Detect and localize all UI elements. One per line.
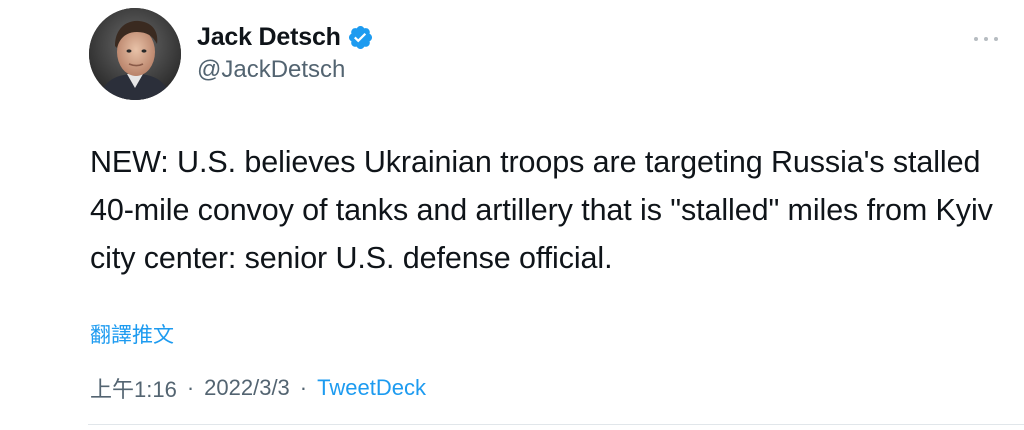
tweet-date[interactable]: 2022/3/3 xyxy=(204,375,290,401)
more-dot xyxy=(974,37,978,41)
meta-separator: · xyxy=(186,375,195,400)
author-name-row: Jack Detsch xyxy=(197,23,374,52)
more-options-icon[interactable] xyxy=(974,30,998,48)
verified-badge-icon xyxy=(347,24,374,51)
avatar[interactable] xyxy=(89,8,181,100)
user-handle[interactable]: @JackDetsch xyxy=(197,56,345,84)
tweet-card: Jack Detsch @JackDetsch NEW: U.S. believ… xyxy=(0,0,1024,430)
more-dot xyxy=(984,37,988,41)
tweet-text: NEW: U.S. believes Ukrainian troops are … xyxy=(90,145,993,275)
divider xyxy=(88,424,1024,425)
meta-separator: · xyxy=(299,375,308,400)
avatar-photo xyxy=(89,8,181,100)
more-dot xyxy=(994,37,998,41)
translate-tweet-link[interactable]: 翻譯推文 xyxy=(90,319,174,349)
tweet-meta: 上午1:16 · 2022/3/3 · TweetDeck xyxy=(90,372,426,404)
tweet-time[interactable]: 上午1:16 xyxy=(90,372,177,404)
tweet-source-link[interactable]: TweetDeck xyxy=(317,375,426,401)
display-name[interactable]: Jack Detsch xyxy=(197,23,341,52)
